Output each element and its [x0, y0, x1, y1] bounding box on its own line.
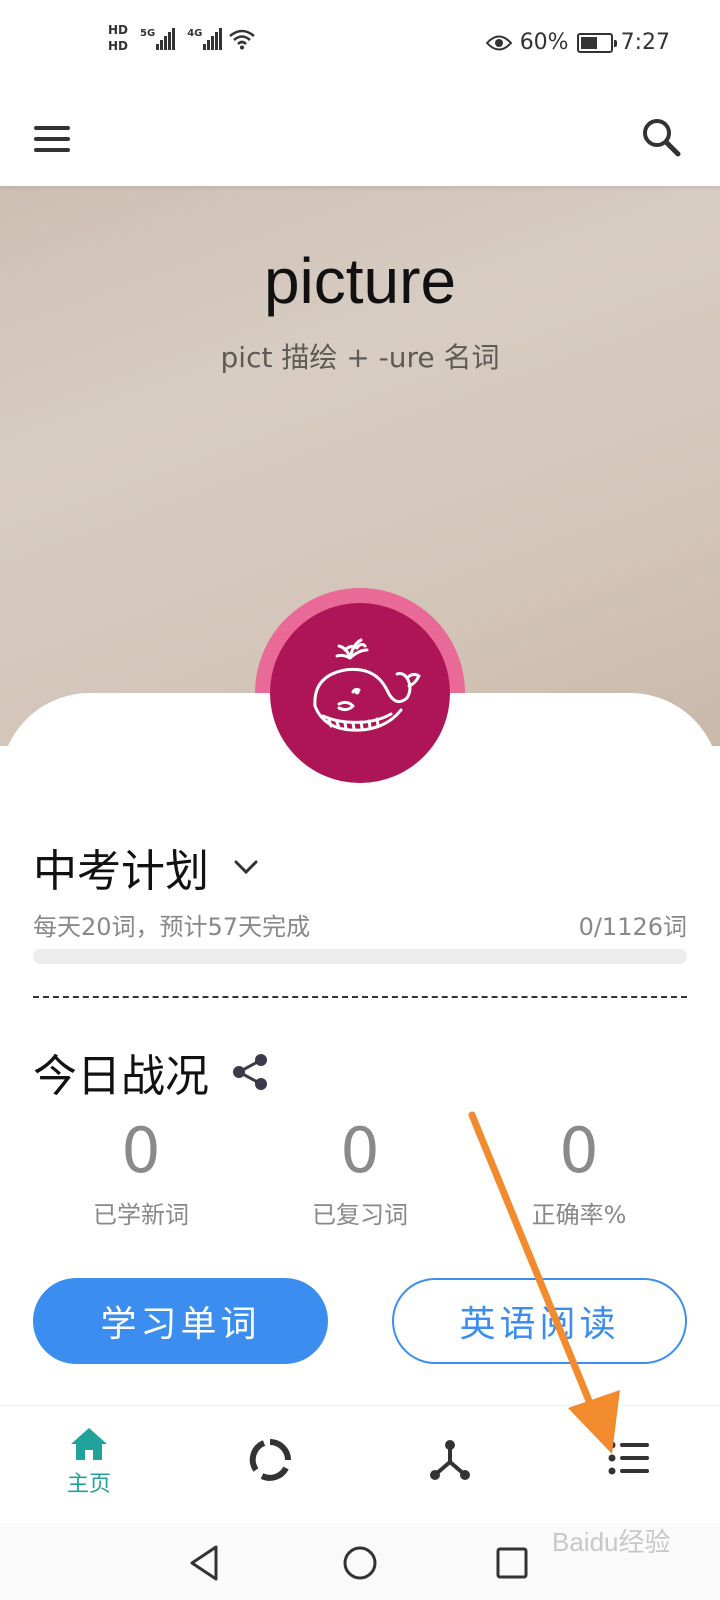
hd-1-label: HD — [108, 23, 129, 37]
stat-value: 0 — [121, 1114, 161, 1187]
nav-home-label: 主页 — [66, 1472, 111, 1497]
recents-icon[interactable] — [490, 1541, 534, 1585]
signal-4g-icon: 4G — [187, 27, 223, 50]
section-divider — [33, 996, 687, 998]
plan-selector[interactable]: 中考计划 — [33, 835, 259, 899]
progress-ring-icon — [249, 1439, 291, 1481]
stat-label: 已学新词 — [93, 1201, 189, 1229]
back-icon[interactable] — [184, 1541, 228, 1585]
plan-progress-text: 0/1126词 — [578, 913, 687, 941]
avatar[interactable] — [270, 603, 450, 783]
nav-list[interactable] — [584, 1440, 674, 1520]
hero-word: picture — [263, 245, 457, 317]
status-right: 60% 7:27 — [485, 30, 670, 55]
stat-value: 0 — [559, 1114, 599, 1187]
wifi-icon — [229, 29, 256, 49]
signal-5g-icon: 5G — [140, 27, 176, 50]
plan-daily-info: 每天20词，预计57天完成 — [33, 913, 311, 941]
learn-words-button[interactable]: 学习单词 — [33, 1278, 328, 1364]
stat-value: 0 — [340, 1114, 380, 1187]
stat-label: 已复习词 — [312, 1201, 408, 1229]
app-toolbar — [0, 92, 720, 186]
stat-reviewed-words: 0 已复习词 — [250, 1115, 470, 1230]
chevron-down-icon — [234, 860, 258, 875]
menu-icon[interactable] — [34, 114, 84, 164]
today-title: 今日战况 — [33, 1051, 209, 1102]
plan-progress-bar — [33, 949, 687, 964]
plan-title: 中考计划 — [33, 846, 209, 897]
hd-indicators: HD HD — [108, 24, 128, 53]
stat-new-words: 0 已学新词 — [31, 1115, 251, 1230]
status-bar: HD HD 5G 4G 60% 7:27 — [0, 0, 720, 92]
hero-etymology: pict 描绘 + -ure 名词 — [220, 341, 500, 374]
nav-explore[interactable] — [405, 1438, 495, 1518]
battery-icon — [576, 32, 617, 53]
clock: 7:27 — [620, 30, 670, 55]
hd-2-label: HD — [108, 39, 129, 53]
nav-home[interactable]: 主页 — [44, 1426, 134, 1506]
watermark-logo: Baidu经验 — [552, 1527, 671, 1557]
stat-accuracy: 0 正确率% — [469, 1115, 689, 1230]
battery-level — [580, 36, 598, 49]
eye-comfort-icon — [485, 35, 512, 50]
whale-icon — [313, 638, 421, 732]
today-header: 今日战况 — [33, 1040, 271, 1104]
search-icon[interactable] — [636, 112, 686, 162]
home-circle-icon[interactable] — [338, 1541, 382, 1585]
english-reading-button[interactable]: 英语阅读 — [392, 1278, 687, 1364]
home-icon — [71, 1428, 107, 1460]
list-icon — [608, 1441, 649, 1475]
battery-percent: 60% — [519, 30, 569, 55]
bottom-nav: 主页 — [0, 1405, 720, 1523]
nav-progress[interactable] — [225, 1438, 315, 1518]
share-icon[interactable] — [231, 1052, 271, 1092]
hub-icon — [430, 1440, 470, 1480]
stat-label: 正确率% — [531, 1201, 627, 1229]
status-left: HD HD 5G 4G — [108, 24, 256, 53]
